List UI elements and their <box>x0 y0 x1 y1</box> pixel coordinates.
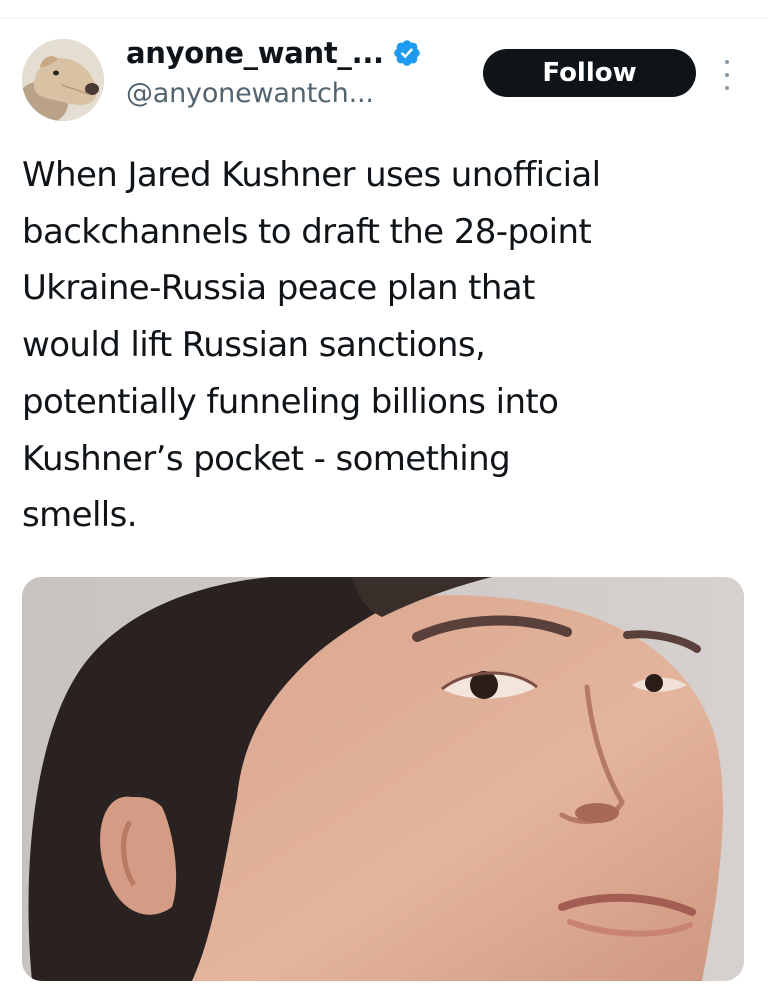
more-dot <box>725 86 729 90</box>
portrait-photo <box>22 577 744 981</box>
more-options-icon[interactable] <box>719 60 735 90</box>
tweet-media-image[interactable] <box>22 577 744 981</box>
dog-avatar-icon <box>22 39 104 121</box>
follow-button[interactable]: Follow <box>483 49 696 97</box>
verified-badge-icon <box>392 38 422 68</box>
user-handle[interactable]: @anyonewantch... <box>126 78 422 109</box>
top-divider <box>0 18 768 19</box>
display-name-row: anyone_want_... <box>126 30 422 76</box>
more-dot <box>725 60 729 64</box>
more-dot <box>725 73 729 77</box>
display-name[interactable]: anyone_want_... <box>126 36 384 70</box>
user-info: anyone_want_... @anyonewantch... <box>126 30 422 109</box>
avatar[interactable] <box>22 39 104 121</box>
tweet-text: When Jared Kushner uses unofficial backc… <box>22 155 601 536</box>
